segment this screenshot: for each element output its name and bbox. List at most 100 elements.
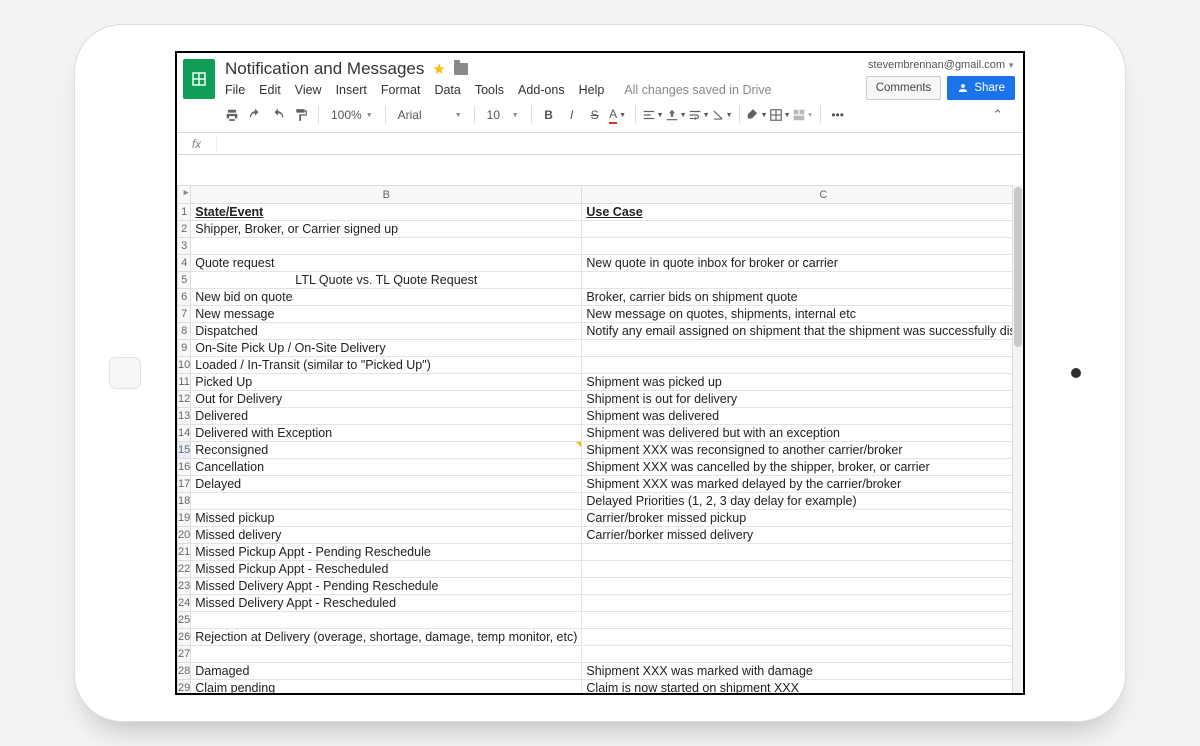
row-header-15[interactable]: 15 bbox=[178, 442, 191, 459]
cell-b15[interactable]: Reconsigned bbox=[191, 442, 582, 459]
redo-icon[interactable] bbox=[267, 104, 289, 126]
menu-insert[interactable]: Insert bbox=[336, 83, 367, 97]
paint-format-icon[interactable] bbox=[290, 104, 312, 126]
row-header-27[interactable]: 27 bbox=[178, 646, 191, 663]
cell-c22[interactable] bbox=[582, 561, 1023, 578]
cell-b27[interactable] bbox=[191, 646, 582, 663]
cell-c18[interactable]: Delayed Priorities (1, 2, 3 day delay fo… bbox=[582, 493, 1023, 510]
more-icon[interactable]: ••• bbox=[827, 104, 849, 126]
cell-c19[interactable]: Carrier/broker missed pickup bbox=[582, 510, 1023, 527]
cell-b1[interactable]: State/Event bbox=[191, 204, 582, 221]
cell-b28[interactable]: Damaged bbox=[191, 663, 582, 680]
menu-add-ons[interactable]: Add-ons bbox=[518, 83, 565, 97]
vertical-scrollbar[interactable] bbox=[1012, 185, 1023, 693]
cell-c2[interactable] bbox=[582, 221, 1023, 238]
cell-c1[interactable]: Use Case bbox=[582, 204, 1023, 221]
row-header-20[interactable]: 20 bbox=[178, 527, 191, 544]
row-header-16[interactable]: 16 bbox=[178, 459, 191, 476]
row-header-12[interactable]: 12 bbox=[178, 391, 191, 408]
row-header-23[interactable]: 23 bbox=[178, 578, 191, 595]
column-header-b[interactable]: B bbox=[191, 186, 582, 204]
cell-c16[interactable]: Shipment XXX was cancelled by the shippe… bbox=[582, 459, 1023, 476]
row-header-14[interactable]: 14 bbox=[178, 425, 191, 442]
cell-b18[interactable] bbox=[191, 493, 582, 510]
cell-c7[interactable]: New message on quotes, shipments, intern… bbox=[582, 306, 1023, 323]
cell-c8[interactable]: Notify any email assigned on shipment th… bbox=[582, 323, 1023, 340]
cell-c27[interactable] bbox=[582, 646, 1023, 663]
sheets-logo-icon[interactable] bbox=[183, 59, 215, 99]
cell-c5[interactable] bbox=[582, 272, 1023, 289]
column-header-c[interactable]: C bbox=[582, 186, 1023, 204]
cell-c17[interactable]: Shipment XXX was marked delayed by the c… bbox=[582, 476, 1023, 493]
cell-b29[interactable]: Claim pending bbox=[191, 680, 582, 694]
row-header-21[interactable]: 21 bbox=[178, 544, 191, 561]
document-title[interactable]: Notification and Messages bbox=[225, 59, 424, 79]
merge-icon[interactable]: ▼ bbox=[792, 104, 814, 126]
cell-c20[interactable]: Carrier/borker missed delivery bbox=[582, 527, 1023, 544]
menu-view[interactable]: View bbox=[295, 83, 322, 97]
cell-b11[interactable]: Picked Up bbox=[191, 374, 582, 391]
row-header-7[interactable]: 7 bbox=[178, 306, 191, 323]
cell-c23[interactable] bbox=[582, 578, 1023, 595]
cell-b19[interactable]: Missed pickup bbox=[191, 510, 582, 527]
row-header-29[interactable]: 29 bbox=[178, 680, 191, 694]
cell-b26[interactable]: Rejection at Delivery (overage, shortage… bbox=[191, 629, 582, 646]
cell-b13[interactable]: Delivered bbox=[191, 408, 582, 425]
halign-icon[interactable]: ▼ bbox=[642, 104, 664, 126]
row-header-9[interactable]: 9 bbox=[178, 340, 191, 357]
textcolor-icon[interactable]: A▼ bbox=[607, 104, 629, 126]
fillcolor-icon[interactable]: ▼ bbox=[746, 104, 768, 126]
print-icon[interactable] bbox=[221, 104, 243, 126]
font-select[interactable]: Arial▼ bbox=[392, 104, 468, 126]
cell-c24[interactable] bbox=[582, 595, 1023, 612]
cell-b14[interactable]: Delivered with Exception bbox=[191, 425, 582, 442]
cell-c26[interactable] bbox=[582, 629, 1023, 646]
row-header-6[interactable]: 6 bbox=[178, 289, 191, 306]
cell-c29[interactable]: Claim is now started on shipment XXX bbox=[582, 680, 1023, 694]
row-header-4[interactable]: 4 bbox=[178, 255, 191, 272]
cell-b12[interactable]: Out for Delivery bbox=[191, 391, 582, 408]
row-header-18[interactable]: 18 bbox=[178, 493, 191, 510]
cell-b7[interactable]: New message bbox=[191, 306, 582, 323]
cell-c4[interactable]: New quote in quote inbox for broker or c… bbox=[582, 255, 1023, 272]
borders-icon[interactable]: ▼ bbox=[769, 104, 791, 126]
cell-b17[interactable]: Delayed bbox=[191, 476, 582, 493]
cell-b2[interactable]: Shipper, Broker, or Carrier signed up bbox=[191, 221, 582, 238]
cell-c12[interactable]: Shipment is out for delivery bbox=[582, 391, 1023, 408]
folder-icon[interactable] bbox=[454, 63, 468, 75]
row-header-10[interactable]: 10 bbox=[178, 357, 191, 374]
cell-c13[interactable]: Shipment was delivered bbox=[582, 408, 1023, 425]
fontsize-select[interactable]: 10▼ bbox=[481, 104, 525, 126]
row-header-1[interactable]: 1 bbox=[178, 204, 191, 221]
row-header-22[interactable]: 22 bbox=[178, 561, 191, 578]
menu-help[interactable]: Help bbox=[579, 83, 605, 97]
wrap-icon[interactable]: ▼ bbox=[688, 104, 710, 126]
cell-b23[interactable]: Missed Delivery Appt - Pending Reschedul… bbox=[191, 578, 582, 595]
row-header-19[interactable]: 19 bbox=[178, 510, 191, 527]
row-header-3[interactable]: 3 bbox=[178, 238, 191, 255]
cell-b24[interactable]: Missed Delivery Appt - Rescheduled bbox=[191, 595, 582, 612]
row-header-24[interactable]: 24 bbox=[178, 595, 191, 612]
cell-b21[interactable]: Missed Pickup Appt - Pending Reschedule bbox=[191, 544, 582, 561]
row-header-25[interactable]: 25 bbox=[178, 612, 191, 629]
cell-b9[interactable]: On-Site Pick Up / On-Site Delivery bbox=[191, 340, 582, 357]
italic-icon[interactable]: I bbox=[561, 104, 583, 126]
cell-b10[interactable]: Loaded / In-Transit (similar to "Picked … bbox=[191, 357, 582, 374]
cell-b22[interactable]: Missed Pickup Appt - Rescheduled bbox=[191, 561, 582, 578]
valign-icon[interactable]: ▼ bbox=[665, 104, 687, 126]
cell-b8[interactable]: Dispatched bbox=[191, 323, 582, 340]
row-header-5[interactable]: 5 bbox=[178, 272, 191, 289]
row-header-8[interactable]: 8 bbox=[178, 323, 191, 340]
menu-data[interactable]: Data bbox=[434, 83, 460, 97]
cell-b5[interactable]: LTL Quote vs. TL Quote Request bbox=[191, 272, 582, 289]
formula-input[interactable] bbox=[217, 137, 1023, 151]
cell-c25[interactable] bbox=[582, 612, 1023, 629]
cell-c3[interactable] bbox=[582, 238, 1023, 255]
bold-icon[interactable]: B bbox=[538, 104, 560, 126]
cell-c21[interactable] bbox=[582, 544, 1023, 561]
row-header-2[interactable]: 2 bbox=[178, 221, 191, 238]
cell-b6[interactable]: New bid on quote bbox=[191, 289, 582, 306]
row-header-11[interactable]: 11 bbox=[178, 374, 191, 391]
cell-c11[interactable]: Shipment was picked up bbox=[582, 374, 1023, 391]
scrollbar-thumb[interactable] bbox=[1014, 187, 1022, 347]
